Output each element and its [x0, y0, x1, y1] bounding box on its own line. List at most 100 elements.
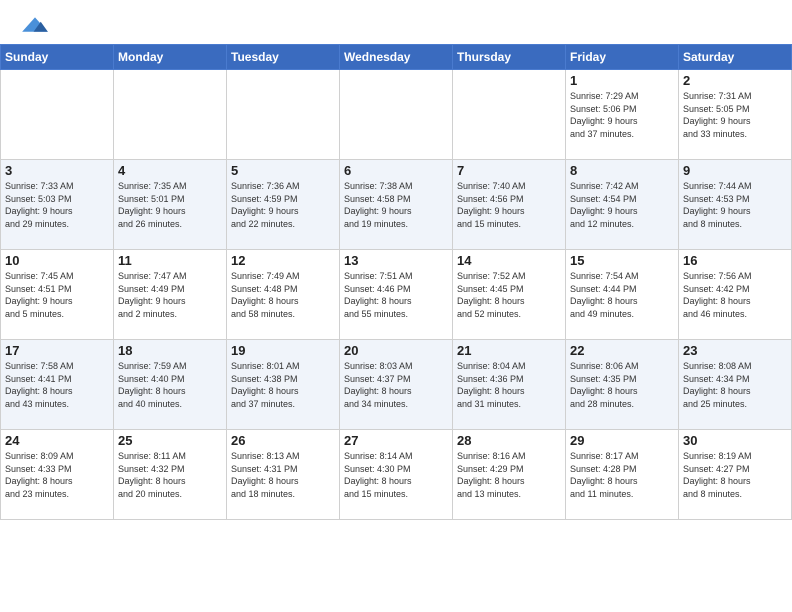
- day-info: Sunrise: 7:40 AM Sunset: 4:56 PM Dayligh…: [457, 180, 561, 230]
- calendar-cell: 25Sunrise: 8:11 AM Sunset: 4:32 PM Dayli…: [114, 430, 227, 520]
- day-number: 3: [5, 163, 109, 178]
- calendar-cell: 3Sunrise: 7:33 AM Sunset: 5:03 PM Daylig…: [1, 160, 114, 250]
- day-info: Sunrise: 8:19 AM Sunset: 4:27 PM Dayligh…: [683, 450, 787, 500]
- day-number: 4: [118, 163, 222, 178]
- calendar-cell: [340, 70, 453, 160]
- day-number: 11: [118, 253, 222, 268]
- calendar-cell: [114, 70, 227, 160]
- day-number: 10: [5, 253, 109, 268]
- day-number: 6: [344, 163, 448, 178]
- day-info: Sunrise: 7:36 AM Sunset: 4:59 PM Dayligh…: [231, 180, 335, 230]
- day-number: 25: [118, 433, 222, 448]
- calendar-cell: 18 Sunrise: 7:59 AM Sunset: 4:40 PM Dayli…: [114, 340, 227, 430]
- day-info: Sunrise: 8:09 AM Sunset: 4:33 PM Dayligh…: [5, 450, 109, 500]
- calendar-cell: 26Sunrise: 8:13 AM Sunset: 4:31 PM Dayli…: [227, 430, 340, 520]
- calendar-header-wednesday: Wednesday: [340, 45, 453, 70]
- calendar-week-1: 1 Sunrise: 7:29 AM Sunset: 5:06 PM Daylig…: [1, 70, 792, 160]
- day-info: Sunrise: 8:08 AM Sunset: 4:34 PM Dayligh…: [683, 360, 787, 410]
- calendar-cell: 7 Sunrise: 7:40 AM Sunset: 4:56 PM Daylig…: [453, 160, 566, 250]
- calendar-cell: [227, 70, 340, 160]
- day-number: 29: [570, 433, 674, 448]
- day-info: Sunrise: 8:04 AM Sunset: 4:36 PM Dayligh…: [457, 360, 561, 410]
- day-info: Sunrise: 8:06 AM Sunset: 4:35 PM Dayligh…: [570, 360, 674, 410]
- day-number: 15: [570, 253, 674, 268]
- day-number: 26: [231, 433, 335, 448]
- calendar-cell: 4 Sunrise: 7:35 AM Sunset: 5:01 PM Daylig…: [114, 160, 227, 250]
- logo: [20, 16, 50, 36]
- day-info: Sunrise: 7:29 AM Sunset: 5:06 PM Dayligh…: [570, 90, 674, 140]
- calendar-week-2: 3Sunrise: 7:33 AM Sunset: 5:03 PM Daylig…: [1, 160, 792, 250]
- calendar-cell: 8Sunrise: 7:42 AM Sunset: 4:54 PM Daylig…: [566, 160, 679, 250]
- calendar-cell: 11 Sunrise: 7:47 AM Sunset: 4:49 PM Dayli…: [114, 250, 227, 340]
- calendar: SundayMondayTuesdayWednesdayThursdayFrid…: [0, 44, 792, 520]
- day-number: 8: [570, 163, 674, 178]
- calendar-cell: 9Sunrise: 7:44 AM Sunset: 4:53 PM Daylig…: [679, 160, 792, 250]
- day-info: Sunrise: 8:16 AM Sunset: 4:29 PM Dayligh…: [457, 450, 561, 500]
- calendar-cell: 15 Sunrise: 7:54 AM Sunset: 4:44 PM Dayli…: [566, 250, 679, 340]
- calendar-cell: 20 Sunrise: 8:03 AM Sunset: 4:37 PM Dayli…: [340, 340, 453, 430]
- calendar-cell: [453, 70, 566, 160]
- day-number: 13: [344, 253, 448, 268]
- day-info: Sunrise: 7:45 AM Sunset: 4:51 PM Dayligh…: [5, 270, 109, 320]
- calendar-cell: [1, 70, 114, 160]
- calendar-week-5: 24 Sunrise: 8:09 AM Sunset: 4:33 PM Dayli…: [1, 430, 792, 520]
- day-info: Sunrise: 7:56 AM Sunset: 4:42 PM Dayligh…: [683, 270, 787, 320]
- day-number: 2: [683, 73, 787, 88]
- calendar-cell: 2 Sunrise: 7:31 AM Sunset: 5:05 PM Daylig…: [679, 70, 792, 160]
- day-info: Sunrise: 8:14 AM Sunset: 4:30 PM Dayligh…: [344, 450, 448, 500]
- day-number: 14: [457, 253, 561, 268]
- calendar-cell: 6 Sunrise: 7:38 AM Sunset: 4:58 PM Daylig…: [340, 160, 453, 250]
- day-info: Sunrise: 7:49 AM Sunset: 4:48 PM Dayligh…: [231, 270, 335, 320]
- day-info: Sunrise: 7:59 AM Sunset: 4:40 PM Dayligh…: [118, 360, 222, 410]
- day-number: 19: [231, 343, 335, 358]
- day-info: Sunrise: 7:44 AM Sunset: 4:53 PM Dayligh…: [683, 180, 787, 230]
- calendar-body: 1 Sunrise: 7:29 AM Sunset: 5:06 PM Daylig…: [1, 70, 792, 520]
- calendar-header-sunday: Sunday: [1, 45, 114, 70]
- day-info: Sunrise: 7:31 AM Sunset: 5:05 PM Dayligh…: [683, 90, 787, 140]
- day-info: Sunrise: 7:54 AM Sunset: 4:44 PM Dayligh…: [570, 270, 674, 320]
- calendar-cell: 30 Sunrise: 8:19 AM Sunset: 4:27 PM Dayli…: [679, 430, 792, 520]
- day-info: Sunrise: 7:52 AM Sunset: 4:45 PM Dayligh…: [457, 270, 561, 320]
- day-number: 20: [344, 343, 448, 358]
- calendar-cell: 12Sunrise: 7:49 AM Sunset: 4:48 PM Dayli…: [227, 250, 340, 340]
- day-number: 24: [5, 433, 109, 448]
- calendar-cell: 13 Sunrise: 7:51 AM Sunset: 4:46 PM Dayli…: [340, 250, 453, 340]
- logo-icon: [20, 16, 50, 36]
- day-info: Sunrise: 7:51 AM Sunset: 4:46 PM Dayligh…: [344, 270, 448, 320]
- calendar-week-3: 10 Sunrise: 7:45 AM Sunset: 4:51 PM Dayli…: [1, 250, 792, 340]
- day-info: Sunrise: 8:01 AM Sunset: 4:38 PM Dayligh…: [231, 360, 335, 410]
- calendar-cell: 1 Sunrise: 7:29 AM Sunset: 5:06 PM Daylig…: [566, 70, 679, 160]
- day-number: 28: [457, 433, 561, 448]
- day-number: 17: [5, 343, 109, 358]
- day-number: 30: [683, 433, 787, 448]
- calendar-header-friday: Friday: [566, 45, 679, 70]
- calendar-cell: 27 Sunrise: 8:14 AM Sunset: 4:30 PM Dayli…: [340, 430, 453, 520]
- day-info: Sunrise: 7:35 AM Sunset: 5:01 PM Dayligh…: [118, 180, 222, 230]
- day-number: 18: [118, 343, 222, 358]
- calendar-cell: 22 Sunrise: 8:06 AM Sunset: 4:35 PM Dayli…: [566, 340, 679, 430]
- day-info: Sunrise: 8:17 AM Sunset: 4:28 PM Dayligh…: [570, 450, 674, 500]
- day-number: 7: [457, 163, 561, 178]
- day-number: 27: [344, 433, 448, 448]
- calendar-cell: 29 Sunrise: 8:17 AM Sunset: 4:28 PM Dayli…: [566, 430, 679, 520]
- calendar-header-saturday: Saturday: [679, 45, 792, 70]
- day-number: 5: [231, 163, 335, 178]
- calendar-cell: 19 Sunrise: 8:01 AM Sunset: 4:38 PM Dayli…: [227, 340, 340, 430]
- calendar-header-monday: Monday: [114, 45, 227, 70]
- calendar-header-tuesday: Tuesday: [227, 45, 340, 70]
- day-info: Sunrise: 8:03 AM Sunset: 4:37 PM Dayligh…: [344, 360, 448, 410]
- calendar-cell: 10 Sunrise: 7:45 AM Sunset: 4:51 PM Dayli…: [1, 250, 114, 340]
- calendar-cell: 5 Sunrise: 7:36 AM Sunset: 4:59 PM Daylig…: [227, 160, 340, 250]
- day-info: Sunrise: 7:38 AM Sunset: 4:58 PM Dayligh…: [344, 180, 448, 230]
- calendar-cell: 14 Sunrise: 7:52 AM Sunset: 4:45 PM Dayli…: [453, 250, 566, 340]
- day-info: Sunrise: 7:47 AM Sunset: 4:49 PM Dayligh…: [118, 270, 222, 320]
- day-number: 1: [570, 73, 674, 88]
- calendar-header: SundayMondayTuesdayWednesdayThursdayFrid…: [1, 45, 792, 70]
- day-number: 22: [570, 343, 674, 358]
- calendar-cell: 17Sunrise: 7:58 AM Sunset: 4:41 PM Dayli…: [1, 340, 114, 430]
- calendar-cell: 16 Sunrise: 7:56 AM Sunset: 4:42 PM Dayli…: [679, 250, 792, 340]
- day-number: 23: [683, 343, 787, 358]
- day-number: 16: [683, 253, 787, 268]
- calendar-header-thursday: Thursday: [453, 45, 566, 70]
- calendar-cell: 21Sunrise: 8:04 AM Sunset: 4:36 PM Dayli…: [453, 340, 566, 430]
